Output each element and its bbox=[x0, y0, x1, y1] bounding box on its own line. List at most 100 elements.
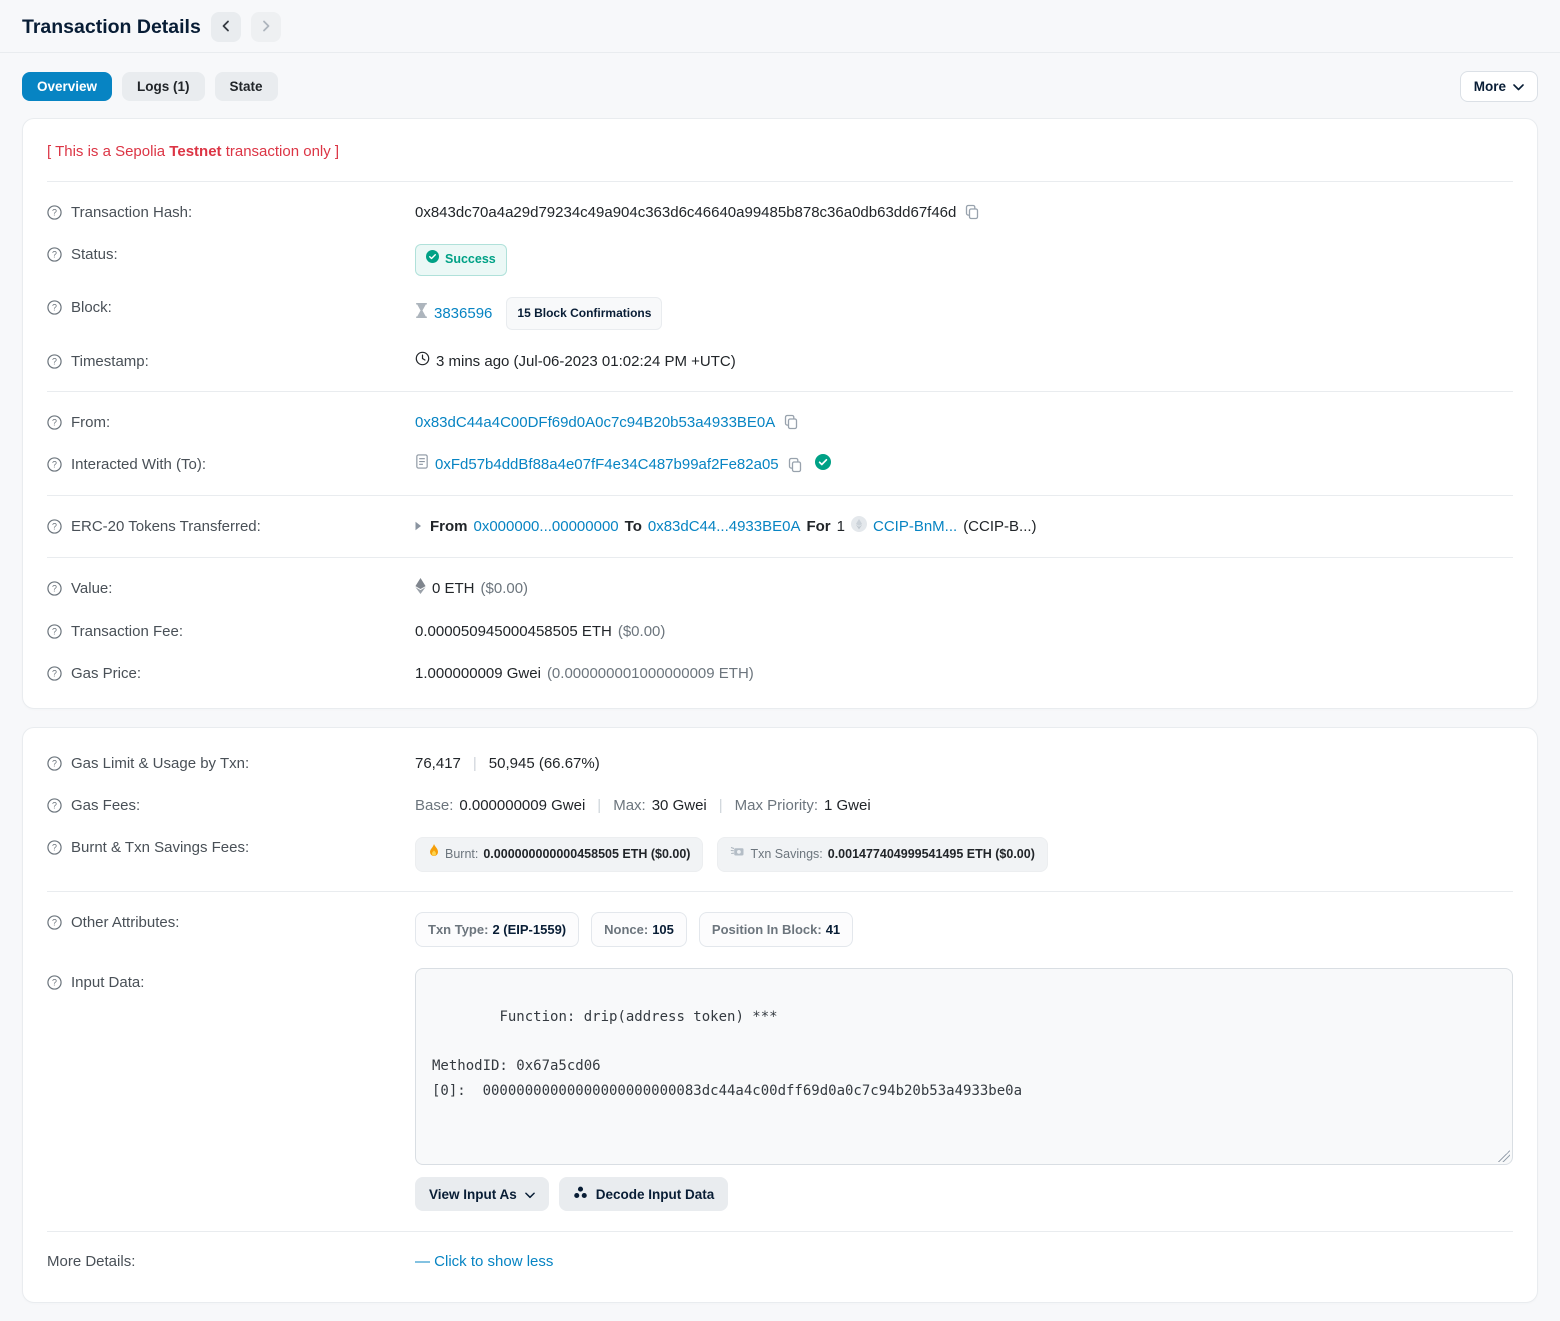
tab-state[interactable]: State bbox=[215, 72, 278, 101]
decode-input-data-button[interactable]: Decode Input Data bbox=[559, 1177, 729, 1211]
status-badge: Success bbox=[415, 244, 507, 276]
from-address-link[interactable]: 0x83dC44a4C00DFf69d0A0c7c94B20b53a4933BE… bbox=[415, 412, 775, 433]
testnet-warning: [ This is a Sepolia Testnet transaction … bbox=[47, 127, 1513, 172]
transfer-amount: 1 bbox=[837, 516, 845, 537]
svg-text:?: ? bbox=[52, 842, 57, 852]
view-input-as-label: View Input As bbox=[429, 1187, 517, 1202]
interacted-with-row: ? Interacted With (To): 0xFd57b4ddBf88a4… bbox=[47, 443, 1513, 486]
separator: | bbox=[591, 795, 607, 816]
copy-hash-button[interactable] bbox=[962, 204, 982, 220]
copy-from-address-button[interactable] bbox=[781, 414, 801, 430]
transaction-fee-row: ? Transaction Fee: 0.000050945000458505 … bbox=[47, 610, 1513, 652]
help-icon[interactable]: ? bbox=[47, 975, 62, 990]
value-usd: ($0.00) bbox=[481, 578, 529, 599]
help-icon[interactable]: ? bbox=[47, 915, 62, 930]
value-eth: 0 ETH bbox=[432, 578, 475, 599]
txn-savings-label: Txn Savings: bbox=[750, 844, 822, 865]
next-transaction-button[interactable] bbox=[251, 12, 281, 42]
block-confirmations-badge: 15 Block Confirmations bbox=[506, 297, 662, 330]
base-fee-label: Base: bbox=[415, 795, 453, 816]
transfer-from-address-link[interactable]: 0x000000...00000000 bbox=[474, 516, 619, 537]
help-icon[interactable]: ? bbox=[47, 756, 62, 771]
nonce-badge: Nonce: 105 bbox=[591, 912, 687, 947]
decode-input-data-label: Decode Input Data bbox=[596, 1187, 715, 1202]
max-fee-label: Max: bbox=[613, 795, 646, 816]
check-circle-icon bbox=[426, 249, 439, 270]
help-icon[interactable]: ? bbox=[47, 300, 62, 315]
gas-price-eth: (0.000000001000000009 ETH) bbox=[547, 663, 754, 684]
burnt-fee-label: Burnt: bbox=[445, 844, 478, 865]
help-icon[interactable]: ? bbox=[47, 840, 62, 855]
burnt-fee-value: 0.000000000000458505 ETH ($0.00) bbox=[483, 844, 690, 865]
more-dropdown-button[interactable]: More bbox=[1460, 71, 1538, 102]
overview-card: [ This is a Sepolia Testnet transaction … bbox=[22, 118, 1538, 709]
block-row: ? Block: 3836596 15 Block Confirmations bbox=[47, 286, 1513, 340]
tab-logs[interactable]: Logs (1) bbox=[122, 72, 205, 101]
gas-price-gwei: 1.000000009 Gwei bbox=[415, 663, 541, 684]
gas-usage-value: 50,945 (66.67%) bbox=[489, 753, 600, 774]
help-icon[interactable]: ? bbox=[47, 205, 62, 220]
tab-overview[interactable]: Overview bbox=[22, 72, 112, 101]
to-address-link[interactable]: 0xFd57b4ddBf88a4e07fF4e34C487b99af2Fe82a… bbox=[435, 454, 779, 475]
input-data-row: ? Input Data: Function: drip(address tok… bbox=[47, 957, 1513, 1222]
timestamp-label: Timestamp: bbox=[71, 351, 149, 372]
transfer-from-word: From bbox=[430, 516, 468, 537]
transaction-fee-eth: 0.000050945000458505 ETH bbox=[415, 621, 612, 642]
svg-text:?: ? bbox=[52, 800, 57, 810]
gas-price-row: ? Gas Price: 1.000000009 Gwei (0.0000000… bbox=[47, 652, 1513, 694]
contract-document-icon bbox=[415, 454, 429, 475]
copy-to-address-button[interactable] bbox=[785, 457, 805, 473]
gas-limit-row: ? Gas Limit & Usage by Txn: 76,417 | 50,… bbox=[47, 742, 1513, 784]
click-to-show-less-link[interactable]: — Click to show less bbox=[415, 1251, 553, 1272]
position-in-block-label: Position In Block: bbox=[712, 919, 822, 940]
erc20-transfers-label: ERC-20 Tokens Transferred: bbox=[71, 516, 261, 537]
transaction-hash-value: 0x843dc70a4a29d79234c49a904c363d6c46640a… bbox=[415, 202, 956, 223]
help-icon[interactable]: ? bbox=[47, 354, 62, 369]
resize-handle[interactable] bbox=[1498, 1150, 1510, 1162]
help-icon[interactable]: ? bbox=[47, 457, 62, 472]
testnet-warning-prefix: [ This is a Sepolia bbox=[47, 143, 169, 160]
page-header: Transaction Details bbox=[0, 0, 1560, 52]
money-wings-icon bbox=[730, 844, 745, 865]
other-attributes-row: ? Other Attributes: Txn Type: 2 (EIP-155… bbox=[47, 901, 1513, 957]
svg-text:?: ? bbox=[52, 917, 57, 927]
transaction-hash-label: Transaction Hash: bbox=[71, 202, 192, 223]
base-fee-value: 0.000000009 Gwei bbox=[459, 795, 585, 816]
chevron-left-icon bbox=[220, 20, 232, 35]
txn-type-label: Txn Type: bbox=[428, 919, 488, 940]
input-data-content: Function: drip(address token) *** Method… bbox=[432, 1009, 1022, 1099]
chevron-down-icon bbox=[1513, 79, 1524, 94]
txn-type-value: 2 (EIP-1559) bbox=[492, 919, 566, 940]
help-icon[interactable]: ? bbox=[47, 247, 62, 262]
testnet-warning-suffix: transaction only ] bbox=[222, 143, 340, 160]
svg-text:?: ? bbox=[52, 207, 57, 217]
position-in-block-badge: Position In Block: 41 bbox=[699, 912, 853, 947]
separator: | bbox=[467, 753, 483, 774]
help-icon[interactable]: ? bbox=[47, 581, 62, 596]
view-input-as-button[interactable]: View Input As bbox=[415, 1177, 549, 1211]
input-data-textarea[interactable]: Function: drip(address token) *** Method… bbox=[415, 968, 1513, 1166]
svg-text:?: ? bbox=[52, 668, 57, 678]
transaction-fee-usd: ($0.00) bbox=[618, 621, 666, 642]
block-label: Block: bbox=[71, 297, 112, 318]
gas-fees-label: Gas Fees: bbox=[71, 795, 140, 816]
nonce-value: 105 bbox=[652, 919, 674, 940]
help-icon[interactable]: ? bbox=[47, 415, 62, 430]
transfer-to-address-link[interactable]: 0x83dC44...4933BE0A bbox=[648, 516, 801, 537]
help-icon[interactable]: ? bbox=[47, 666, 62, 681]
more-details-label: More Details: bbox=[47, 1251, 135, 1272]
token-name-link[interactable]: CCIP-BnM... bbox=[873, 516, 957, 537]
help-icon[interactable]: ? bbox=[47, 519, 62, 534]
from-label: From: bbox=[71, 412, 110, 433]
txn-savings-badge: Txn Savings: 0.001477404999541495 ETH ($… bbox=[717, 837, 1047, 872]
previous-transaction-button[interactable] bbox=[211, 12, 241, 42]
help-icon[interactable]: ? bbox=[47, 798, 62, 813]
help-icon[interactable]: ? bbox=[47, 624, 62, 639]
svg-text:?: ? bbox=[52, 302, 57, 312]
divider bbox=[47, 181, 1513, 182]
interacted-with-label: Interacted With (To): bbox=[71, 454, 206, 475]
burnt-fee-badge: Burnt: 0.000000000000458505 ETH ($0.00) bbox=[415, 837, 703, 872]
block-number-link[interactable]: 3836596 bbox=[434, 303, 492, 324]
decode-icon bbox=[573, 1185, 588, 1203]
txn-type-badge: Txn Type: 2 (EIP-1559) bbox=[415, 912, 579, 947]
